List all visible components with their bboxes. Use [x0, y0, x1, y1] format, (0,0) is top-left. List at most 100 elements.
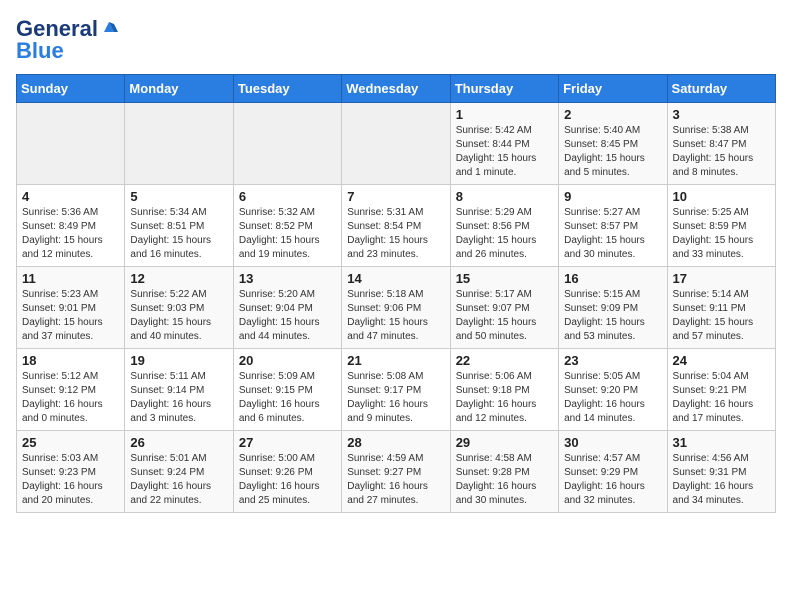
calendar-cell: 6Sunrise: 5:32 AM Sunset: 8:52 PM Daylig… — [233, 185, 341, 267]
calendar-cell: 18Sunrise: 5:12 AM Sunset: 9:12 PM Dayli… — [17, 349, 125, 431]
calendar-week-row: 25 Sunrise: 5:03 AM Sunset: 9:23 PM Dayli… — [17, 431, 776, 513]
calendar-cell: 1 Sunrise: 5:42 AM Sunset: 8:44 PM Daylig… — [450, 103, 558, 185]
column-header-monday: Monday — [125, 75, 233, 103]
day-info: Sunrise: 5:15 AM Sunset: 9:09 PM Dayligh… — [564, 288, 661, 344]
day-number: 31 — [673, 435, 770, 450]
day-info: Sunrise: 5:29 AM Sunset: 8:56 PM Dayligh… — [456, 206, 553, 262]
calendar-cell — [17, 103, 125, 185]
day-number: 12 — [130, 271, 227, 286]
day-number: 26 — [130, 435, 227, 450]
calendar-cell: 12 Sunrise: 5:22 AM Sunset: 9:03 PM Dayli… — [125, 267, 233, 349]
calendar-cell: 4 Sunrise: 5:36 AM Sunset: 8:49 PM Daylig… — [17, 185, 125, 267]
calendar-cell — [342, 103, 450, 185]
day-number: 28 — [347, 435, 444, 450]
day-info: Sunrise: 5:04 AM Sunset: 9:21 PM Dayligh… — [673, 370, 770, 426]
calendar-week-row: 18Sunrise: 5:12 AM Sunset: 9:12 PM Dayli… — [17, 349, 776, 431]
day-number: 1 — [456, 107, 553, 122]
day-number: 27 — [239, 435, 336, 450]
calendar-cell: 23 Sunrise: 5:05 AM Sunset: 9:20 PM Dayli… — [559, 349, 667, 431]
day-number: 3 — [673, 107, 770, 122]
day-info: Sunrise: 5:18 AM Sunset: 9:06 PM Dayligh… — [347, 288, 444, 344]
day-info: Sunrise: 5:27 AM Sunset: 8:57 PM Dayligh… — [564, 206, 661, 262]
column-header-tuesday: Tuesday — [233, 75, 341, 103]
calendar-cell: 9 Sunrise: 5:27 AM Sunset: 8:57 PM Daylig… — [559, 185, 667, 267]
day-info: Sunrise: 5:20 AM Sunset: 9:04 PM Dayligh… — [239, 288, 336, 344]
day-number: 16 — [564, 271, 661, 286]
calendar-cell — [233, 103, 341, 185]
day-number: 23 — [564, 353, 661, 368]
column-header-friday: Friday — [559, 75, 667, 103]
calendar-header-row: SundayMondayTuesdayWednesdayThursdayFrid… — [17, 75, 776, 103]
day-info: Sunrise: 5:11 AM Sunset: 9:14 PM Dayligh… — [130, 370, 227, 426]
day-number: 8 — [456, 189, 553, 204]
calendar-cell: 16 Sunrise: 5:15 AM Sunset: 9:09 PM Dayli… — [559, 267, 667, 349]
column-header-saturday: Saturday — [667, 75, 775, 103]
calendar-week-row: 4 Sunrise: 5:36 AM Sunset: 8:49 PM Daylig… — [17, 185, 776, 267]
calendar-table: SundayMondayTuesdayWednesdayThursdayFrid… — [16, 74, 776, 513]
day-info: Sunrise: 5:36 AM Sunset: 8:49 PM Dayligh… — [22, 206, 119, 262]
day-number: 21 — [347, 353, 444, 368]
day-info: Sunrise: 4:58 AM Sunset: 9:28 PM Dayligh… — [456, 452, 553, 508]
day-number: 15 — [456, 271, 553, 286]
calendar-cell: 29Sunrise: 4:58 AM Sunset: 9:28 PM Dayli… — [450, 431, 558, 513]
calendar-cell: 15 Sunrise: 5:17 AM Sunset: 9:07 PM Dayli… — [450, 267, 558, 349]
day-number: 17 — [673, 271, 770, 286]
day-info: Sunrise: 5:23 AM Sunset: 9:01 PM Dayligh… — [22, 288, 119, 344]
day-number: 13 — [239, 271, 336, 286]
column-header-sunday: Sunday — [17, 75, 125, 103]
day-number: 18 — [22, 353, 119, 368]
calendar-cell: 10 Sunrise: 5:25 AM Sunset: 8:59 PM Dayli… — [667, 185, 775, 267]
day-info: Sunrise: 5:09 AM Sunset: 9:15 PM Dayligh… — [239, 370, 336, 426]
page-header: General Blue — [16, 16, 776, 64]
day-number: 10 — [673, 189, 770, 204]
calendar-cell: 20 Sunrise: 5:09 AM Sunset: 9:15 PM Dayli… — [233, 349, 341, 431]
day-number: 7 — [347, 189, 444, 204]
day-info: Sunrise: 5:17 AM Sunset: 9:07 PM Dayligh… — [456, 288, 553, 344]
day-info: Sunrise: 4:56 AM Sunset: 9:31 PM Dayligh… — [673, 452, 770, 508]
day-info: Sunrise: 5:05 AM Sunset: 9:20 PM Dayligh… — [564, 370, 661, 426]
logo: General Blue — [16, 16, 118, 64]
day-number: 14 — [347, 271, 444, 286]
day-info: Sunrise: 5:06 AM Sunset: 9:18 PM Dayligh… — [456, 370, 553, 426]
day-number: 30 — [564, 435, 661, 450]
day-number: 9 — [564, 189, 661, 204]
calendar-cell: 25 Sunrise: 5:03 AM Sunset: 9:23 PM Dayli… — [17, 431, 125, 513]
day-info: Sunrise: 5:01 AM Sunset: 9:24 PM Dayligh… — [130, 452, 227, 508]
calendar-week-row: 1 Sunrise: 5:42 AM Sunset: 8:44 PM Daylig… — [17, 103, 776, 185]
day-number: 25 — [22, 435, 119, 450]
day-info: Sunrise: 5:00 AM Sunset: 9:26 PM Dayligh… — [239, 452, 336, 508]
day-info: Sunrise: 5:32 AM Sunset: 8:52 PM Dayligh… — [239, 206, 336, 262]
calendar-cell: 21Sunrise: 5:08 AM Sunset: 9:17 PM Dayli… — [342, 349, 450, 431]
calendar-cell: 26 Sunrise: 5:01 AM Sunset: 9:24 PM Dayli… — [125, 431, 233, 513]
day-info: Sunrise: 5:22 AM Sunset: 9:03 PM Dayligh… — [130, 288, 227, 344]
calendar-cell: 11 Sunrise: 5:23 AM Sunset: 9:01 PM Dayli… — [17, 267, 125, 349]
day-info: Sunrise: 5:42 AM Sunset: 8:44 PM Dayligh… — [456, 124, 553, 180]
day-number: 4 — [22, 189, 119, 204]
day-info: Sunrise: 5:38 AM Sunset: 8:47 PM Dayligh… — [673, 124, 770, 180]
calendar-cell: 24 Sunrise: 5:04 AM Sunset: 9:21 PM Dayli… — [667, 349, 775, 431]
logo-blue: Blue — [16, 38, 64, 64]
calendar-cell: 17 Sunrise: 5:14 AM Sunset: 9:11 PM Dayli… — [667, 267, 775, 349]
calendar-cell: 22Sunrise: 5:06 AM Sunset: 9:18 PM Dayli… — [450, 349, 558, 431]
day-info: Sunrise: 5:34 AM Sunset: 8:51 PM Dayligh… — [130, 206, 227, 262]
day-number: 5 — [130, 189, 227, 204]
calendar-week-row: 11 Sunrise: 5:23 AM Sunset: 9:01 PM Dayli… — [17, 267, 776, 349]
logo-icon — [100, 18, 118, 36]
calendar-cell: 3 Sunrise: 5:38 AM Sunset: 8:47 PM Daylig… — [667, 103, 775, 185]
calendar-cell: 2 Sunrise: 5:40 AM Sunset: 8:45 PM Daylig… — [559, 103, 667, 185]
column-header-wednesday: Wednesday — [342, 75, 450, 103]
day-number: 20 — [239, 353, 336, 368]
calendar-cell: 30Sunrise: 4:57 AM Sunset: 9:29 PM Dayli… — [559, 431, 667, 513]
day-info: Sunrise: 5:03 AM Sunset: 9:23 PM Dayligh… — [22, 452, 119, 508]
day-info: Sunrise: 4:59 AM Sunset: 9:27 PM Dayligh… — [347, 452, 444, 508]
day-number: 2 — [564, 107, 661, 122]
day-info: Sunrise: 5:14 AM Sunset: 9:11 PM Dayligh… — [673, 288, 770, 344]
calendar-cell: 28 Sunrise: 4:59 AM Sunset: 9:27 PM Dayli… — [342, 431, 450, 513]
day-number: 11 — [22, 271, 119, 286]
calendar-cell: 7Sunrise: 5:31 AM Sunset: 8:54 PM Daylig… — [342, 185, 450, 267]
calendar-cell: 31 Sunrise: 4:56 AM Sunset: 9:31 PM Dayli… — [667, 431, 775, 513]
day-info: Sunrise: 5:40 AM Sunset: 8:45 PM Dayligh… — [564, 124, 661, 180]
day-info: Sunrise: 5:25 AM Sunset: 8:59 PM Dayligh… — [673, 206, 770, 262]
day-number: 24 — [673, 353, 770, 368]
calendar-cell: 27 Sunrise: 5:00 AM Sunset: 9:26 PM Dayli… — [233, 431, 341, 513]
